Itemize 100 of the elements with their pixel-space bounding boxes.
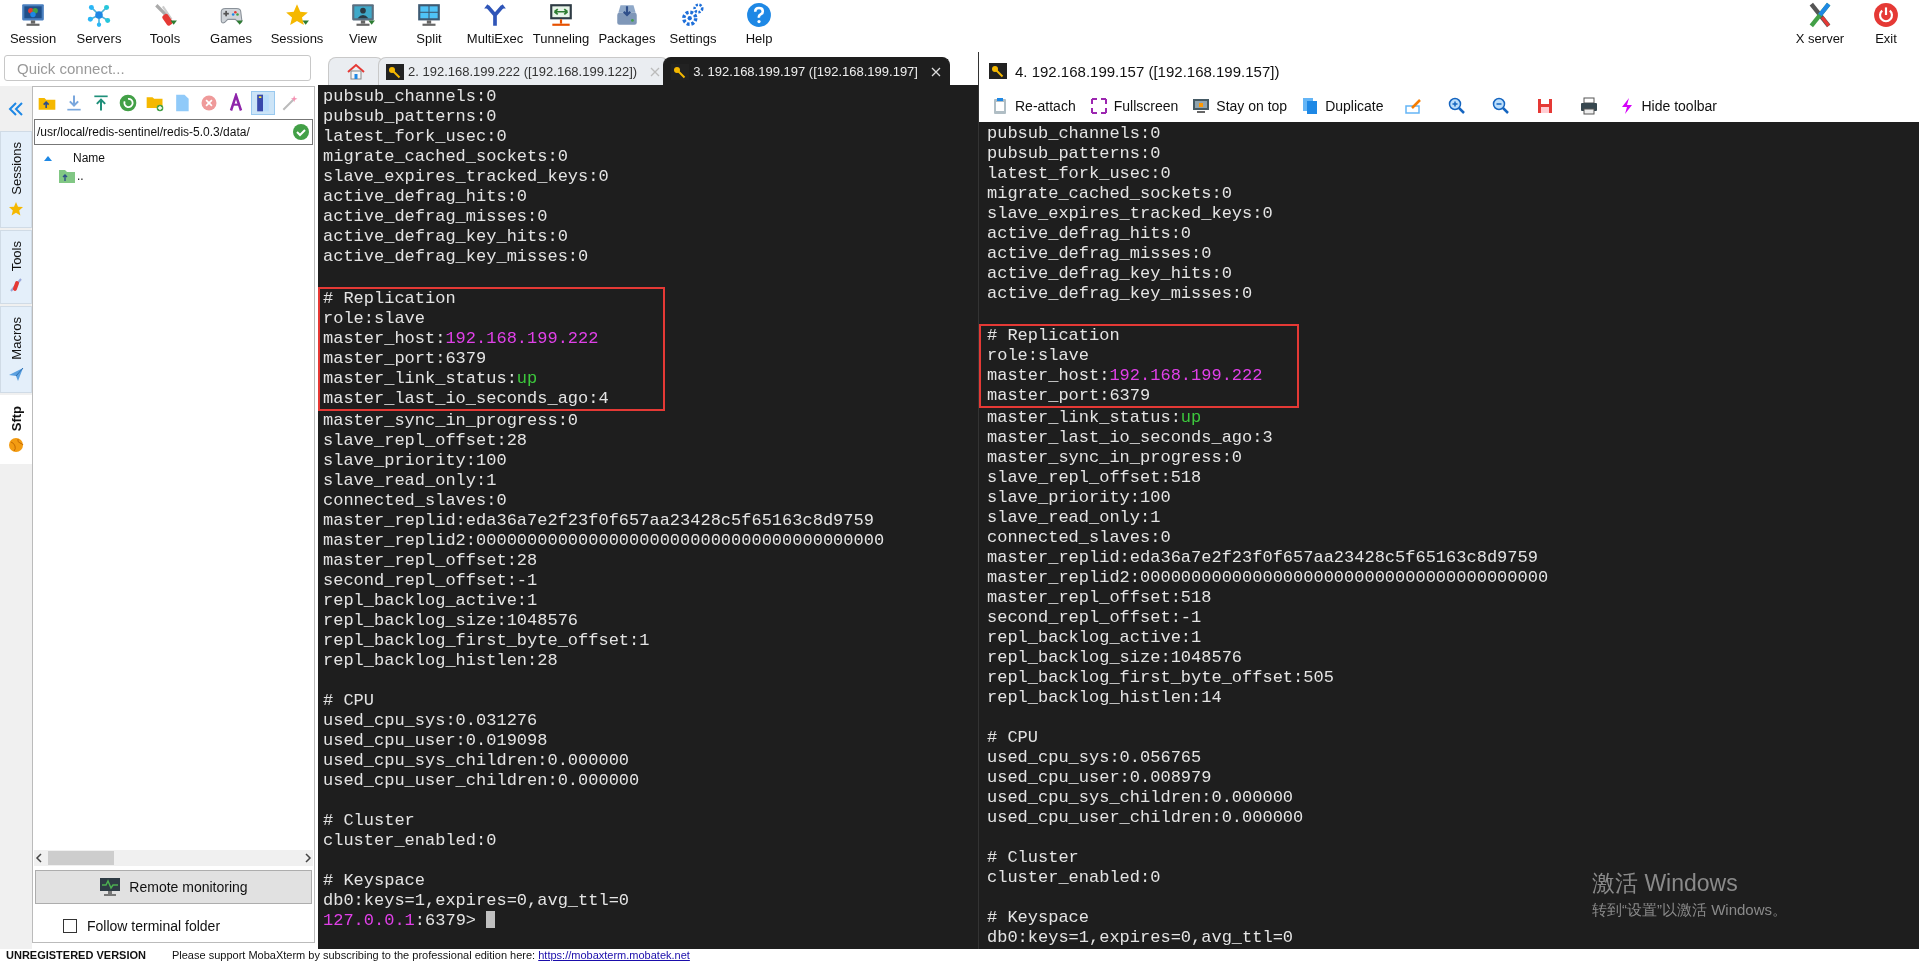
- terminal-line: master_last_io_seconds_ago:3: [987, 428, 1273, 448]
- monitor-arrows-icon: [548, 2, 574, 28]
- terminal-line: latest_fork_usec:0: [987, 164, 1171, 184]
- knife-icon: [8, 277, 24, 294]
- sort-up-icon: [43, 154, 53, 162]
- upload-icon: [91, 93, 111, 113]
- toolbar-button[interactable]: Games: [198, 0, 264, 52]
- scrollbar[interactable]: [34, 850, 313, 866]
- terminal-line: master_repl_offset:518: [987, 588, 1212, 608]
- terminal-line: master_sync_in_progress:0: [323, 411, 579, 431]
- terminal-line: role:slave: [979, 346, 1299, 366]
- column-header[interactable]: Name: [73, 151, 105, 165]
- documents-icon: [1301, 97, 1320, 115]
- terminal-line: second_repl_offset:-1: [323, 571, 538, 591]
- terminal-line: pubsub_patterns:0: [323, 107, 497, 127]
- expand-icon: [1089, 97, 1108, 115]
- download-icon: [64, 93, 84, 113]
- toolbar-button[interactable]: X server: [1787, 0, 1853, 52]
- side-tab[interactable]: Macros: [0, 306, 32, 393]
- file-name[interactable]: ..: [77, 169, 84, 183]
- printer-button[interactable]: [1579, 97, 1598, 115]
- terminal-line: active_defrag_misses:0: [987, 244, 1212, 264]
- toolbar-button[interactable]: Tools: [132, 0, 198, 52]
- side-tab[interactable]: Tools: [0, 229, 32, 305]
- check-icon: [292, 123, 310, 141]
- terminal-line: cluster_enabled:0: [323, 831, 497, 851]
- side-tab[interactable]: Sessions: [0, 131, 32, 228]
- zoom-out-icon: [1491, 97, 1510, 115]
- terminal-line: pubsub_channels:0: [323, 87, 497, 107]
- terminal-line: repl_backlog_size:1048576: [323, 611, 579, 631]
- side-tab[interactable]: Sftp: [0, 394, 32, 464]
- toolbar-button[interactable]: Exit: [1853, 0, 1919, 52]
- terminal-line: master_repl_offset:28: [323, 551, 538, 571]
- terminal-line: active_defrag_key_hits:0: [323, 227, 568, 247]
- toolbar-button[interactable]: MultiExec: [462, 0, 528, 52]
- toolbar-button[interactable]: View: [330, 0, 396, 52]
- activation-title: 激活 Windows: [1592, 869, 1739, 898]
- terminal-line: repl_backlog_size:1048576: [987, 648, 1243, 668]
- session-tab[interactable]: 3. 192.168.199.197 ([192.168.199.197]: [663, 57, 950, 85]
- terminal-line: slave_priority:100: [323, 451, 507, 471]
- terminal-line: master_host:192.168.199.222: [979, 366, 1299, 386]
- terminal-line: repl_backlog_first_byte_offset:505: [987, 668, 1334, 688]
- terminal-line: repl_backlog_active:1: [323, 591, 538, 611]
- star-icon: [284, 2, 310, 28]
- terminal-line: # Cluster: [987, 848, 1079, 868]
- toolbar-button[interactable]: Session: [0, 0, 66, 52]
- floppy-button[interactable]: [1535, 97, 1554, 115]
- toolbar-button[interactable]: Fullscreen: [1089, 97, 1179, 115]
- terminal-line: active_defrag_key_hits:0: [987, 264, 1232, 284]
- terminal-line: # Replication: [318, 287, 665, 309]
- network-icon: [86, 2, 112, 28]
- toolbar-button[interactable]: Stay on top: [1192, 97, 1288, 115]
- toolbar-button[interactable]: Packages: [594, 0, 660, 52]
- status-link[interactable]: https://mobaxterm.mobatek.net: [538, 949, 690, 961]
- toolbar-button[interactable]: Servers: [66, 0, 132, 52]
- toolbar-button[interactable]: [251, 91, 275, 115]
- clipboard-icon: [991, 97, 1009, 115]
- terminal-line: master_sync_in_progress:0: [987, 448, 1243, 468]
- toolbar-button[interactable]: Duplicate: [1301, 97, 1384, 115]
- pencil-button[interactable]: [1403, 97, 1422, 115]
- terminal-line: used_cpu_user_children:0.000000: [323, 771, 640, 791]
- chevron-left-icon: [34, 853, 44, 863]
- close-icon: [929, 65, 942, 78]
- terminal-line: used_cpu_sys:0.031276: [323, 711, 538, 731]
- zoom-out-button[interactable]: [1491, 97, 1510, 115]
- terminal-line: used_cpu_user:0.019098: [323, 731, 548, 751]
- toolbar-button[interactable]: Settings: [660, 0, 726, 52]
- terminal-line: master_replid2:0000000000000000000000000000000000000000: [987, 568, 1549, 588]
- path-field[interactable]: /usr/local/redis-sentinel/redis-5.0.3/data/: [34, 119, 313, 145]
- monitor-icon: [350, 2, 376, 28]
- toolbar-button[interactable]: Hide toolbar: [1617, 97, 1717, 115]
- toolbar-button[interactable]: Tunneling: [528, 0, 594, 52]
- gear-icon: [680, 2, 706, 28]
- toolbar-button[interactable]: Split: [396, 0, 462, 52]
- checkbox[interactable]: [63, 919, 77, 933]
- remote-monitoring-button[interactable]: Remote monitoring: [35, 870, 312, 904]
- terminal-line: # Keyspace: [323, 871, 426, 891]
- pencil-icon: [1403, 97, 1422, 115]
- checkbox-label[interactable]: Follow terminal folder: [87, 918, 221, 934]
- zoom-in-button[interactable]: [1447, 97, 1466, 115]
- terminal-line: pubsub_channels:0: [987, 124, 1161, 144]
- terminal-line: repl_backlog_histlen:28: [323, 651, 558, 671]
- toolbar-button[interactable]: Sessions: [264, 0, 330, 52]
- terminal-line: db0:keys=1,expires=0,avg_ttl=0: [987, 928, 1294, 948]
- toolbar-button[interactable]: Help: [726, 0, 792, 52]
- terminal-line: master_link_status:up: [987, 408, 1202, 428]
- house-icon: [347, 62, 365, 81]
- terminal-line: master_port:6379: [979, 386, 1299, 408]
- terminal-line: pubsub_patterns:0: [987, 144, 1161, 164]
- quick-connect-field[interactable]: Quick connect...: [4, 55, 311, 81]
- terminal-line: active_defrag_hits:0: [323, 187, 528, 207]
- status-message: Please support MobaXterm by subscribing to the professional edition here: https://mobaxterm.mobatek.net: [171, 949, 690, 961]
- terminal-line: master_host:192.168.199.222: [318, 329, 665, 349]
- chevron-right-icon: [303, 853, 313, 863]
- toolbar-button[interactable]: Re-attach: [991, 97, 1076, 115]
- drive-icon: [614, 2, 640, 28]
- terminal-line: migrate_cached_sockets:0: [987, 184, 1232, 204]
- zoom-in-icon: [1447, 97, 1466, 115]
- terminal-line: master_replid:eda36a7e2f23f0f657aa23428c5f65163c8d9759: [987, 548, 1538, 568]
- delete-icon: [199, 93, 219, 113]
